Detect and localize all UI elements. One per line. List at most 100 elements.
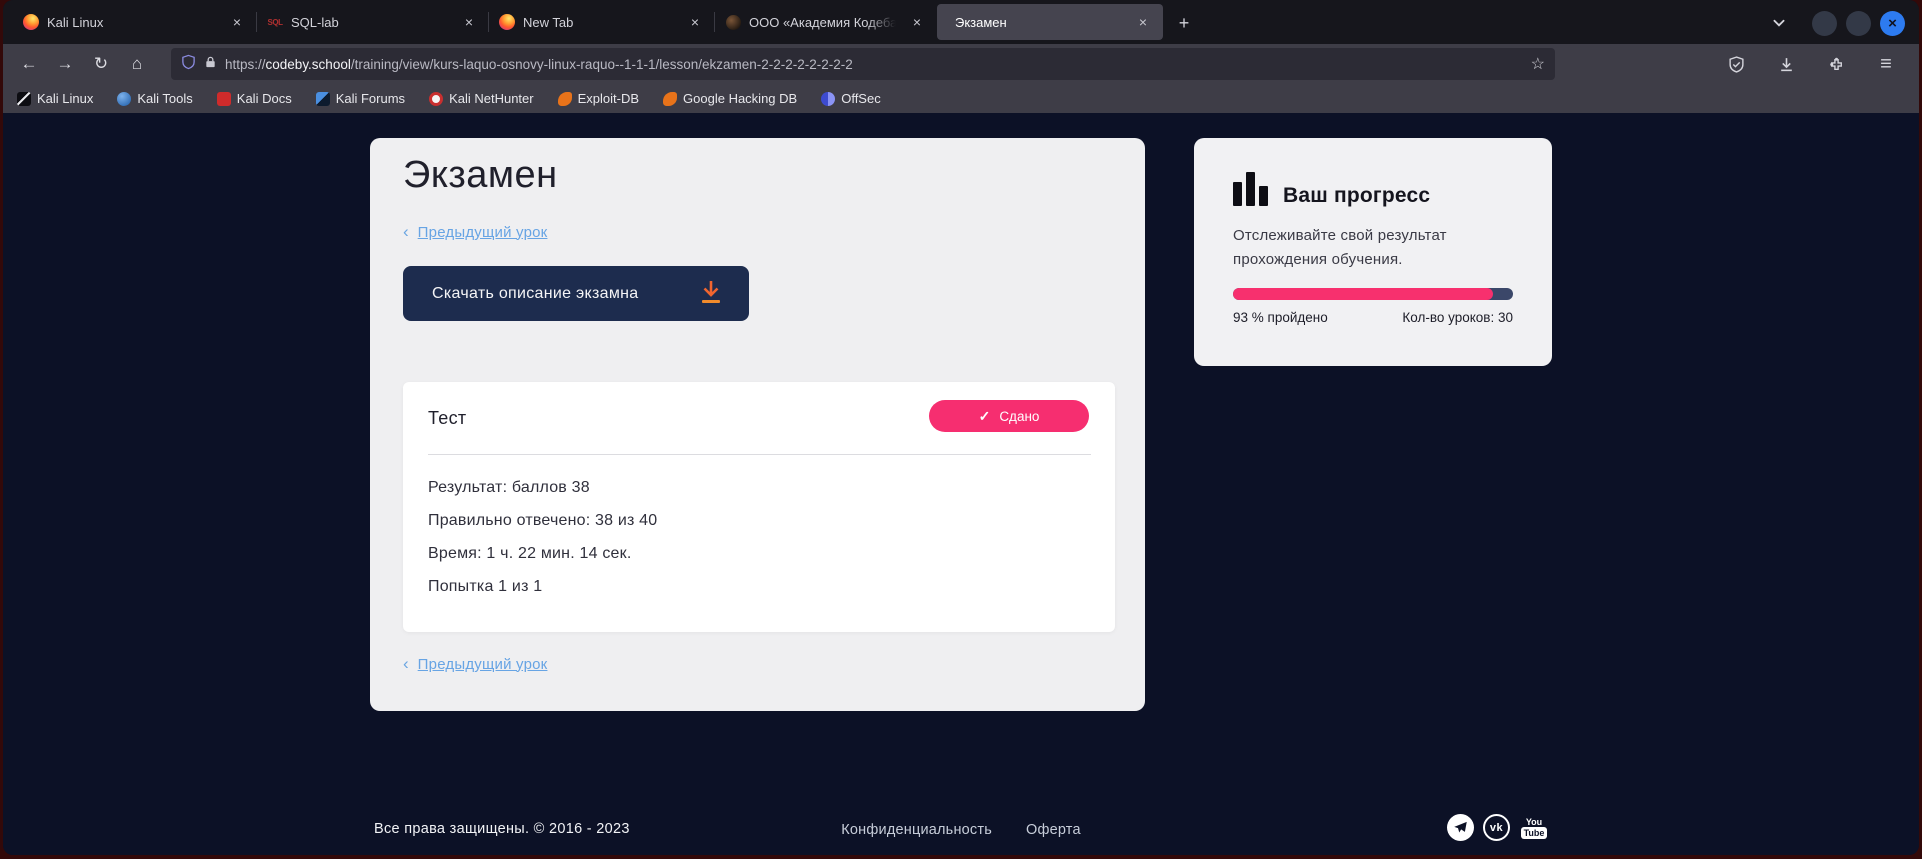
url-bar[interactable]: https://codeby.school/training/view/kurs…	[171, 48, 1555, 80]
back-icon[interactable]: ←	[13, 49, 45, 79]
test-result-card: Тест ✓ Сдано Результат: баллов 38 Правил…	[403, 382, 1115, 632]
progress-labels: 93 % пройдено Кол-во уроков: 30	[1233, 310, 1513, 325]
bookmarks-bar: Kali Linux Kali Tools Kali Docs Kali For…	[3, 84, 1919, 113]
telegram-icon[interactable]	[1447, 814, 1474, 841]
previous-lesson-link-top[interactable]: ‹ Предыдущий урок	[403, 222, 547, 242]
bookmark-kali-linux[interactable]: Kali Linux	[17, 91, 93, 106]
kali-forums-icon	[316, 92, 330, 106]
page-title: Экзамен	[403, 154, 558, 197]
codeby-favicon	[725, 14, 741, 30]
previous-lesson-label[interactable]: Предыдущий урок	[418, 656, 548, 673]
tab-kali-linux[interactable]: Kali Linux ×	[13, 4, 257, 40]
window-controls: ×	[1812, 11, 1905, 36]
bookmark-label: Kali NetHunter	[449, 91, 534, 106]
maximize-button[interactable]	[1846, 11, 1871, 36]
status-badge-passed: ✓ Сдано	[929, 400, 1089, 432]
offer-link[interactable]: Оферта	[1026, 822, 1081, 838]
tab-close-icon[interactable]: ×	[227, 12, 247, 32]
url-domain: codeby.school	[266, 57, 351, 72]
download-arrow-icon	[699, 279, 723, 308]
tracking-shield-icon[interactable]	[181, 54, 196, 75]
offsec-icon	[821, 92, 835, 106]
tab-close-icon[interactable]: ×	[459, 12, 479, 32]
bookmark-star-icon[interactable]: ☆	[1531, 54, 1545, 74]
close-window-button[interactable]: ×	[1880, 11, 1905, 36]
forward-icon[interactable]: →	[49, 49, 81, 79]
result-correct: Правильно отвечено: 38 из 40	[428, 512, 657, 530]
privacy-link[interactable]: Конфиденциальность	[841, 822, 992, 838]
tab-close-icon[interactable]: ×	[685, 12, 705, 32]
bookmark-label: OffSec	[841, 91, 881, 106]
tab-sql-lab[interactable]: SQL SQL-lab ×	[257, 4, 489, 40]
tab-codeby-academy[interactable]: ООО «Академия Кодеба ×	[715, 4, 937, 40]
tab-exam-active[interactable]: Экзамен ×	[937, 4, 1163, 40]
progress-bar	[1233, 288, 1513, 300]
new-tab-button[interactable]: +	[1169, 8, 1199, 38]
chevron-left-icon: ‹	[403, 222, 409, 242]
progress-description: Отслеживайте свой результат прохождения …	[1233, 224, 1473, 272]
tab-close-icon[interactable]: ×	[907, 12, 927, 32]
tab-bar: Kali Linux × SQL SQL-lab × New Tab × ООО…	[3, 0, 1919, 44]
bookmark-kali-nethunter[interactable]: Kali NetHunter	[429, 91, 534, 106]
tab-close-icon[interactable]: ×	[1133, 12, 1153, 32]
tab-title: New Tab	[523, 15, 677, 30]
url-text[interactable]: https://codeby.school/training/view/kurs…	[225, 57, 1523, 72]
firefox-favicon	[499, 14, 515, 30]
check-icon: ✓	[979, 408, 991, 425]
bookmark-label: Kali Docs	[237, 91, 292, 106]
url-scheme: https://	[225, 57, 266, 72]
bookmark-label: Kali Forums	[336, 91, 405, 106]
downloads-icon[interactable]	[1771, 49, 1801, 79]
reload-icon[interactable]: ↻	[85, 49, 117, 79]
toolbar-extensions-area: ≡	[1721, 49, 1909, 79]
result-time: Время: 1 ч. 22 мин. 14 сек.	[428, 545, 657, 563]
kali-docs-icon	[217, 92, 231, 106]
bookmark-kali-docs[interactable]: Kali Docs	[217, 91, 292, 106]
bookmark-offsec[interactable]: OffSec	[821, 91, 881, 106]
chevron-left-icon: ‹	[403, 654, 409, 674]
exam-card: Экзамен ‹ Предыдущий урок Скачать описан…	[370, 138, 1145, 711]
social-links: vk You Tube	[1447, 814, 1549, 841]
progress-fill	[1233, 288, 1493, 300]
navigation-toolbar: ← → ↻ ⌂ https://codeby.school/training/v…	[3, 44, 1919, 84]
download-exam-description-button[interactable]: Скачать описание экзамна	[403, 266, 749, 321]
copyright-text: Все права защищены. © 2016 - 2023	[374, 821, 630, 837]
extensions-puzzle-icon[interactable]	[1821, 49, 1851, 79]
bookmark-label: Exploit-DB	[578, 91, 639, 106]
bookmark-google-hacking-db[interactable]: Google Hacking DB	[663, 91, 797, 106]
status-label: Сдано	[999, 409, 1039, 424]
tab-title: Экзамен	[955, 15, 1125, 30]
download-button-label: Скачать описание экзамна	[432, 285, 638, 303]
minimize-button[interactable]	[1812, 11, 1837, 36]
footer: Все права защищены. © 2016 - 2023 Конфид…	[373, 811, 1549, 851]
bookmark-label: Kali Tools	[137, 91, 192, 106]
firefox-favicon	[23, 14, 39, 30]
footer-links: Конфиденциальность Оферта	[841, 822, 1080, 838]
youtube-icon[interactable]: You Tube	[1519, 817, 1549, 839]
result-score: Результат: баллов 38	[428, 479, 657, 497]
sql-favicon: SQL	[267, 14, 283, 30]
google-hacking-db-icon	[663, 92, 677, 106]
bookmark-kali-forums[interactable]: Kali Forums	[316, 91, 405, 106]
home-icon[interactable]: ⌂	[121, 49, 153, 79]
url-path: /training/view/kurs-laquo-osnovy-linux-r…	[351, 57, 853, 72]
kali-dragon-icon	[17, 92, 31, 106]
kali-nethunter-icon	[429, 92, 443, 106]
bookmark-exploit-db[interactable]: Exploit-DB	[558, 91, 639, 106]
tab-title: ООО «Академия Кодеба	[749, 15, 899, 30]
divider	[428, 454, 1091, 455]
progress-title: Ваш прогресс	[1283, 184, 1430, 208]
tab-title: Kali Linux	[47, 15, 219, 30]
lock-icon[interactable]	[204, 55, 217, 74]
vk-icon[interactable]: vk	[1483, 814, 1510, 841]
previous-lesson-link-bottom[interactable]: ‹ Предыдущий урок	[403, 654, 547, 674]
list-all-tabs-chevron-icon[interactable]	[1764, 8, 1794, 38]
bookmark-kali-tools[interactable]: Kali Tools	[117, 91, 192, 106]
previous-lesson-label[interactable]: Предыдущий урок	[418, 224, 548, 241]
result-attempt: Попытка 1 из 1	[428, 578, 657, 596]
kali-tools-icon	[117, 92, 131, 106]
tab-new-tab[interactable]: New Tab ×	[489, 4, 715, 40]
progress-header: Ваш прогресс	[1233, 170, 1430, 206]
menu-hamburger-icon[interactable]: ≡	[1871, 49, 1901, 79]
shield-check-icon[interactable]	[1721, 49, 1751, 79]
